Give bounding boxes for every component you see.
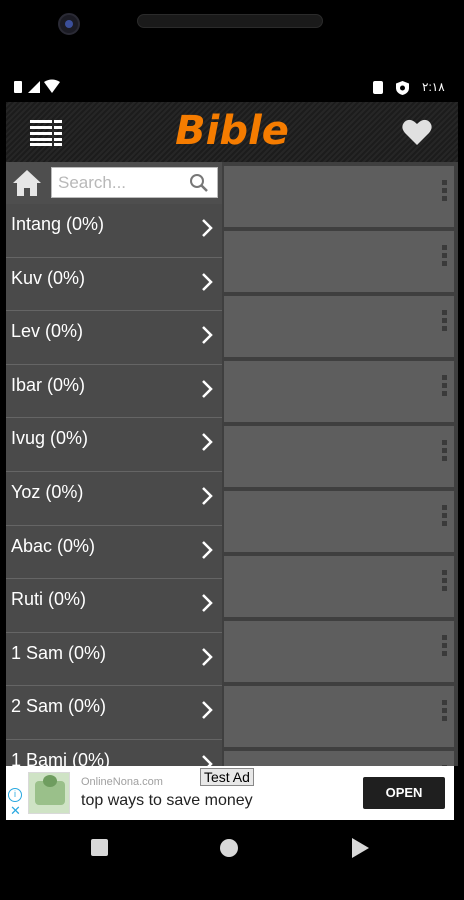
book-item[interactable]: 1 Sam (0%) — [6, 632, 222, 687]
ad-close-icon[interactable]: ✕ — [10, 804, 21, 817]
home-icon[interactable] — [12, 169, 42, 197]
content-area: Intang (0%) Kuv (0%) Lev (0%) Ibar (0%) … — [6, 162, 458, 766]
chapter-card[interactable] — [224, 686, 454, 747]
book-item[interactable]: Lev (0%) — [6, 311, 222, 365]
back-icon[interactable] — [352, 838, 369, 858]
chevron-right-icon — [202, 701, 213, 720]
book-item[interactable]: Intang (0%) — [6, 204, 222, 258]
ad-thumbnail — [28, 772, 70, 814]
book-label: Ruti (0%) — [11, 589, 87, 610]
more-vert-icon[interactable] — [442, 310, 448, 336]
chevron-right-icon — [202, 540, 213, 559]
front-camera — [58, 13, 80, 35]
status-time: ٢:١٨ — [422, 80, 445, 94]
book-label: 2 Sam (0%) — [11, 696, 107, 717]
battery-icon — [373, 81, 383, 94]
chapter-card[interactable] — [224, 166, 454, 227]
system-nav-bar — [0, 820, 464, 900]
more-vert-icon[interactable] — [442, 375, 448, 401]
chapter-card-pane — [222, 162, 458, 766]
book-item[interactable]: Ruti (0%) — [6, 579, 222, 633]
chapter-card[interactable] — [224, 231, 454, 292]
search-row — [6, 162, 222, 204]
book-label: 1 Sam (0%) — [11, 642, 107, 663]
search-box — [51, 167, 218, 198]
book-item[interactable]: 2 Sam (0%) — [6, 686, 222, 740]
book-label: Abac (0%) — [11, 535, 96, 556]
book-label: Yoz (0%) — [11, 481, 84, 502]
book-item[interactable]: Ivug (0%) — [6, 418, 222, 472]
book-list-panel: Intang (0%) Kuv (0%) Lev (0%) Ibar (0%) … — [6, 162, 222, 766]
more-vert-icon[interactable] — [442, 180, 448, 206]
book-label: Kuv (0%) — [11, 267, 86, 288]
chevron-right-icon — [202, 272, 213, 291]
app-bar: Bible — [6, 102, 458, 162]
ad-open-button[interactable]: OPEN — [363, 777, 445, 809]
chevron-right-icon — [202, 433, 213, 452]
search-input[interactable] — [58, 172, 186, 194]
phone-screen: ٢:١٨ Bible Search... Intang (0%) Kuv (0%… — [0, 0, 464, 900]
chapter-card[interactable] — [224, 491, 454, 552]
book-item[interactable]: Ibar (0%) — [6, 364, 222, 419]
more-vert-icon[interactable] — [442, 700, 448, 726]
chevron-right-icon — [202, 755, 213, 766]
status-bar: ٢:١٨ — [0, 76, 464, 100]
sim-icon — [14, 81, 22, 93]
earpiece-speaker — [137, 14, 323, 28]
book-item[interactable]: Kuv (0%) — [6, 257, 222, 312]
book-label: Intang (0%) — [11, 214, 105, 234]
test-ad-badge: Test Ad — [200, 768, 254, 786]
more-vert-icon[interactable] — [442, 440, 448, 466]
chevron-right-icon — [202, 594, 213, 613]
chapter-card[interactable] — [224, 556, 454, 617]
chevron-right-icon — [202, 219, 213, 237]
book-list: Intang (0%) Kuv (0%) Lev (0%) Ibar (0%) … — [6, 204, 222, 766]
more-vert-icon[interactable] — [442, 570, 448, 596]
more-vert-icon[interactable] — [442, 245, 448, 271]
heart-icon[interactable] — [402, 118, 432, 146]
recents-icon[interactable] — [91, 839, 108, 856]
book-label: 1 Bami (0%) — [11, 749, 111, 766]
book-label: Ivug (0%) — [11, 428, 89, 449]
shield-icon — [396, 81, 409, 95]
home-button-icon[interactable] — [220, 839, 238, 857]
chapter-card[interactable] — [224, 621, 454, 682]
app-title: Bible — [175, 108, 289, 154]
book-item[interactable]: Yoz (0%) — [6, 471, 222, 526]
search-icon[interactable] — [189, 173, 209, 193]
chevron-right-icon — [202, 647, 213, 666]
book-label: Ibar (0%) — [11, 374, 86, 395]
more-vert-icon[interactable] — [442, 635, 448, 661]
wifi-icon — [44, 79, 60, 93]
chapter-card[interactable] — [224, 751, 454, 766]
chevron-right-icon — [202, 379, 213, 398]
chapter-card[interactable] — [224, 296, 454, 357]
ad-source: OnlineNona.com — [81, 776, 163, 788]
ad-banner[interactable]: i ✕ OnlineNona.com top ways to save mone… — [6, 766, 454, 820]
chapter-card[interactable] — [224, 361, 454, 422]
ad-headline[interactable]: top ways to save money — [81, 792, 253, 810]
chapter-card[interactable] — [224, 426, 454, 487]
book-item[interactable]: Abac (0%) — [6, 525, 222, 580]
chevron-right-icon — [202, 326, 213, 345]
more-vert-icon[interactable] — [442, 505, 448, 531]
book-label: Lev (0%) — [11, 321, 84, 342]
chevron-right-icon — [202, 487, 213, 505]
signal-icon — [28, 81, 40, 93]
ad-info-icon[interactable]: i — [8, 788, 22, 802]
book-item[interactable]: 1 Bami (0%) — [6, 739, 222, 766]
